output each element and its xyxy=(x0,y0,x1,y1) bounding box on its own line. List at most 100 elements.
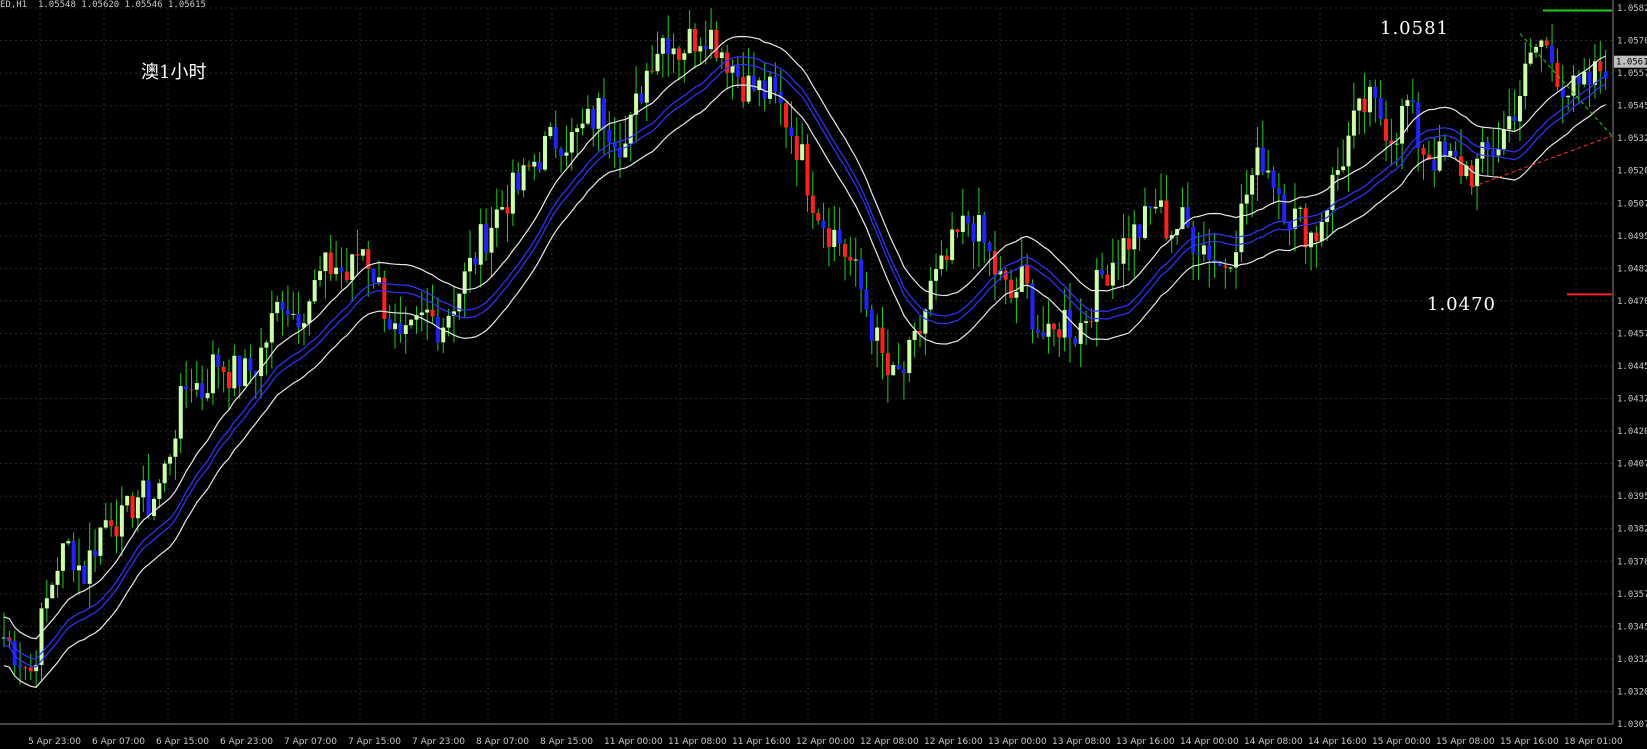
candle-body xyxy=(907,339,912,373)
candle-body xyxy=(800,144,805,161)
candle-body xyxy=(976,215,981,242)
candle-body xyxy=(1009,279,1014,298)
candle-body xyxy=(1132,224,1137,250)
candle-body xyxy=(532,161,537,167)
candle-body xyxy=(623,143,628,158)
candle-body xyxy=(671,48,676,55)
candle-body xyxy=(1100,269,1105,275)
candle-body xyxy=(1485,142,1490,151)
candle-body xyxy=(591,108,596,129)
candle-body xyxy=(312,280,317,302)
candle-body xyxy=(601,97,606,130)
candle-body xyxy=(387,318,392,330)
candle-body xyxy=(1067,309,1072,338)
candle-body xyxy=(1035,329,1040,333)
candle-body xyxy=(650,70,655,72)
candle-body xyxy=(741,76,746,102)
candle-body xyxy=(1078,322,1083,344)
candle-body xyxy=(194,383,199,390)
candle-body xyxy=(1148,206,1153,209)
candle-body xyxy=(639,93,644,103)
candle-body xyxy=(693,28,698,52)
candle-body xyxy=(810,195,815,214)
candle-body xyxy=(39,608,44,665)
x-tick-label: 14 Apr 08:00 xyxy=(1244,737,1303,747)
candle-body xyxy=(698,46,703,52)
x-tick-label: 15 Apr 08:00 xyxy=(1436,737,1495,747)
candle-body xyxy=(1046,323,1051,337)
candle-body xyxy=(934,269,939,281)
y-tick-label: 1.0320 xyxy=(1617,687,1647,697)
candle-body xyxy=(1394,143,1399,145)
candle-body xyxy=(291,313,296,315)
price-chart[interactable]: 1.0582 1.0570 1.0557 1.0545 1.0532 1.0520 1.05… xyxy=(0,0,1647,749)
candle-body xyxy=(1367,86,1372,113)
candle-body xyxy=(403,325,408,335)
candle-body xyxy=(596,97,601,129)
candle-body xyxy=(1512,116,1517,122)
candle-body xyxy=(864,289,869,310)
candle-body xyxy=(1491,150,1496,156)
x-tick-label: 7 Apr 07:00 xyxy=(284,737,337,747)
candle-body xyxy=(60,543,65,571)
y-tick-label: 1.0495 xyxy=(1617,232,1647,242)
candle-body xyxy=(1341,166,1346,171)
x-tick-label: 18 Apr 01:00 xyxy=(1564,737,1623,747)
candle-body xyxy=(1185,207,1190,227)
candle-body xyxy=(468,257,473,272)
candle-body xyxy=(1228,267,1233,269)
candle-body xyxy=(987,242,992,252)
candle-body xyxy=(1576,75,1581,85)
x-tick-label: 14 Apr 16:00 xyxy=(1308,737,1367,747)
candle-body xyxy=(1025,265,1030,284)
candle-body xyxy=(318,271,323,281)
candle-body xyxy=(682,53,687,60)
candle-body xyxy=(125,495,130,506)
candle-body xyxy=(269,313,274,343)
y-tick-label: 1.0370 xyxy=(1617,557,1647,567)
x-tick-label: 8 Apr 15:00 xyxy=(540,737,593,747)
candle-body xyxy=(805,144,810,196)
candle-body xyxy=(376,277,381,283)
candle-body xyxy=(719,52,724,59)
candle-body xyxy=(1014,291,1019,298)
candle-body xyxy=(543,136,548,170)
candle-body xyxy=(553,127,558,149)
candle-body xyxy=(221,366,226,373)
chart-label-cn: 澳1小时 xyxy=(141,62,207,83)
candle-body xyxy=(837,229,842,244)
candle-body xyxy=(184,386,189,390)
candle-body xyxy=(473,257,478,265)
candle-body xyxy=(1335,170,1340,175)
x-tick-label: 7 Apr 15:00 xyxy=(348,737,401,747)
candle-body xyxy=(885,353,890,376)
candle-body xyxy=(1432,160,1437,171)
y-tick-label: 1.0507 xyxy=(1617,199,1647,209)
candle-body xyxy=(607,129,612,143)
candle-body xyxy=(23,667,28,669)
candle-body xyxy=(1555,62,1560,88)
candle-body xyxy=(521,165,526,191)
candle-body xyxy=(687,28,692,54)
candle-body xyxy=(1084,321,1089,323)
candle-body xyxy=(173,438,178,457)
y-tick-label: 1.0457 xyxy=(1617,329,1647,339)
x-tick-label: 15 Apr 00:00 xyxy=(1372,737,1431,747)
candle-body xyxy=(248,358,253,372)
candle-body xyxy=(559,148,564,156)
y-tick-label: 1.0432 xyxy=(1617,395,1647,405)
candle-body xyxy=(1566,95,1571,98)
candle-body xyxy=(1469,165,1474,187)
candle-body xyxy=(296,313,301,328)
candle-body xyxy=(1528,52,1533,64)
candle-body xyxy=(409,319,414,326)
candle-body xyxy=(1475,158,1480,187)
candle-body xyxy=(714,29,719,59)
candle-body xyxy=(1041,332,1046,337)
ohlc-readout: 1.05548 1.05620 1.05546 1.05615 xyxy=(37,0,206,10)
candle-body xyxy=(489,227,494,253)
candle-body xyxy=(157,483,162,499)
candle-body xyxy=(1073,337,1078,344)
candle-body xyxy=(264,342,269,348)
candle-body xyxy=(1255,147,1260,176)
